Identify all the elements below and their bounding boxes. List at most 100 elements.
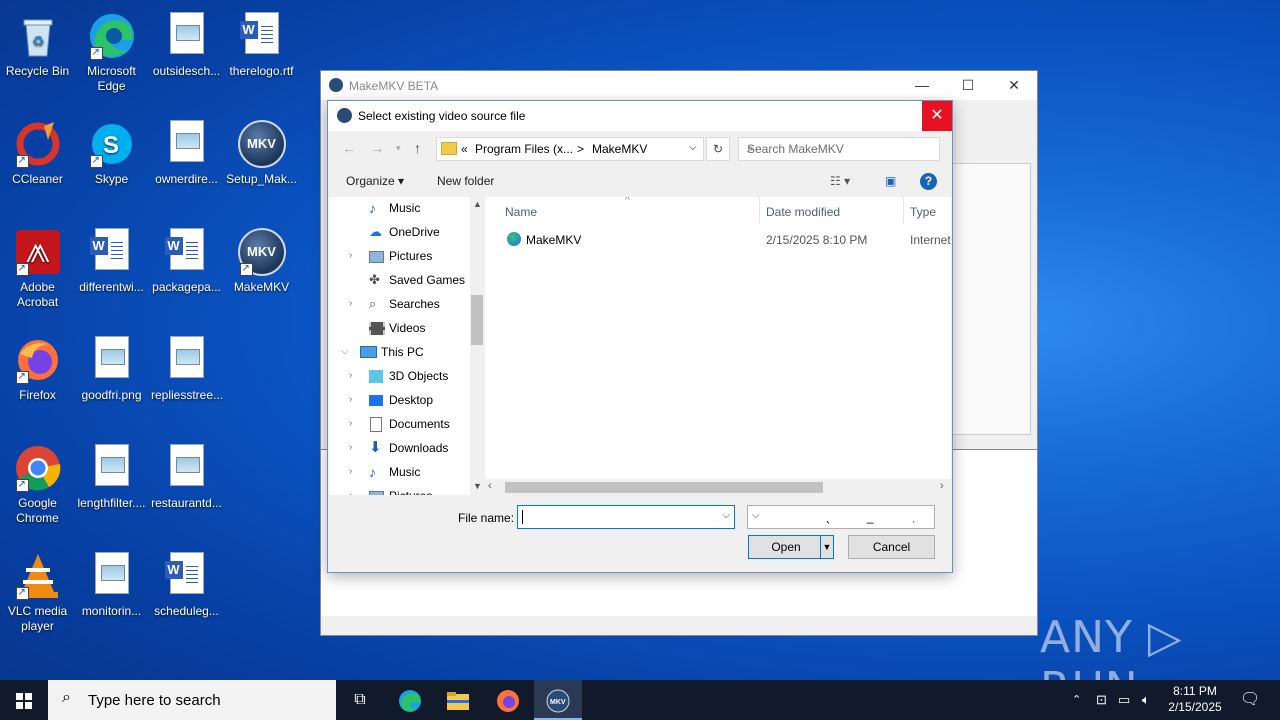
file-row[interactable]: MakeMKV 2/15/2025 8:10 PM Internet — [503, 231, 951, 251]
file-type-filter-select[interactable]: All video files (VIDEO_TS.IFO;DI: ⌵ — [747, 505, 935, 529]
desktop-icon-lengthfilter[interactable]: lengthfilter.... — [74, 438, 149, 511]
preview-pane-icon[interactable]: ▣ — [885, 174, 896, 188]
up-arrow-icon[interactable]: ↑ — [414, 140, 421, 156]
column-header-name[interactable]: Name — [505, 205, 537, 219]
music-icon: ♪ — [369, 200, 376, 216]
expand-chevron-icon[interactable]: › — [349, 245, 352, 267]
nav-item-music[interactable]: ♪ Music — [329, 197, 469, 219]
expand-chevron-icon[interactable]: › — [349, 485, 352, 495]
expand-chevron-icon[interactable]: › — [349, 365, 352, 387]
desktop-icon-firefox[interactable]: Firefox — [0, 330, 75, 403]
new-folder-button[interactable]: New folder — [437, 174, 494, 188]
word-document-icon: W — [163, 552, 211, 600]
computer-icon — [360, 346, 377, 358]
cancel-button[interactable]: Cancel — [848, 535, 935, 559]
address-dropdown-icon[interactable]: ⌵ — [689, 142, 697, 153]
desktop-icon-repliesstree[interactable]: repliesstree... — [149, 330, 224, 403]
scroll-up-arrow-icon[interactable]: ▲ — [473, 199, 482, 209]
breadcrumb-program-files[interactable]: Program Files (x... — [475, 142, 573, 156]
desktop-icon-differentwi[interactable]: W differentwi... — [74, 222, 149, 295]
nav-item-searches[interactable]: › ⌕ Searches — [329, 293, 469, 315]
desktop-icon-restaurantd[interactable]: restaurantd... — [149, 438, 224, 511]
back-arrow-icon[interactable]: ← — [342, 140, 356, 156]
desktop-icon-monitorin[interactable]: monitorin... — [74, 546, 149, 619]
notifications-icon[interactable]: 🗨︎ — [1240, 680, 1260, 720]
nav-item-videos[interactable]: Videos — [329, 317, 469, 339]
desktop-icon-goodfri[interactable]: goodfri.png — [74, 330, 149, 403]
desktop-icon-microsoft-edge[interactable]: Microsoft Edge — [74, 6, 149, 94]
view-options-icon[interactable]: ☷ ▾ — [830, 174, 850, 188]
command-bar: Organize ▾ New folder ☷ ▾ ▣ ? — [328, 165, 952, 197]
scrollbar-thumb[interactable] — [505, 482, 823, 493]
refresh-button[interactable]: ↻ — [706, 137, 730, 161]
cube-icon — [369, 370, 383, 383]
nav-item-saved-games[interactable]: ✤ Saved Games — [329, 269, 469, 291]
address-bar[interactable]: « Program Files (x... > MakeMKV ⌵ — [436, 137, 704, 161]
desktop-icon-packagepa[interactable]: W packagepa... — [149, 222, 224, 295]
nav-item-documents[interactable]: › Documents — [329, 413, 469, 435]
desktop-icon-google-chrome[interactable]: Google Chrome — [0, 438, 75, 526]
desktop-icon-skype[interactable]: S Skype — [74, 114, 149, 187]
taskbar-makemkv-icon[interactable]: MKV — [534, 680, 582, 720]
scrollbar-thumb[interactable] — [471, 295, 483, 345]
expand-chevron-icon[interactable]: › — [349, 437, 352, 459]
column-header-type[interactable]: Type — [910, 205, 936, 219]
taskbar-edge-icon[interactable] — [386, 680, 434, 720]
minimize-button[interactable]: — — [899, 71, 945, 100]
desktop-icon-setup-makemkv[interactable]: MKV Setup_Mak... — [224, 114, 299, 187]
column-header-date-modified[interactable]: Date modified — [766, 205, 840, 219]
dialog-title-bar[interactable]: Select existing video source file ✕ — [328, 101, 952, 131]
desktop-icon-outsidesch[interactable]: outsidesch... — [149, 6, 224, 79]
nav-item-desktop[interactable]: › Desktop — [329, 389, 469, 411]
network-tray-icon[interactable]: ⊡ — [1096, 680, 1107, 720]
scroll-right-arrow-icon[interactable]: › — [940, 480, 944, 492]
desktop-icon-therelogo[interactable]: W therelogo.rtf — [224, 6, 299, 79]
forward-arrow-icon[interactable]: → — [370, 140, 384, 156]
volume-icon[interactable]: 🔈︎ — [1142, 680, 1150, 720]
nav-item-downloads[interactable]: › ⬇ Downloads — [329, 437, 469, 459]
maximize-button[interactable]: ☐ — [945, 71, 991, 100]
scroll-down-arrow-icon[interactable]: ▼ — [473, 481, 482, 491]
expand-chevron-icon[interactable]: › — [349, 461, 352, 483]
recent-locations-chevron-icon[interactable]: ▾ — [396, 143, 401, 154]
show-hidden-icons-chevron-icon[interactable]: ⌃ — [1072, 680, 1081, 720]
desktop-icon-ownerdire[interactable]: ownerdire... — [149, 114, 224, 187]
taskbar-clock[interactable]: 8:11 PM 2/15/2025 — [1160, 683, 1230, 715]
vlc-icon — [14, 552, 62, 600]
desktop-icon-ccleaner[interactable]: CCleaner — [0, 114, 75, 187]
desktop-icon-vlc[interactable]: VLC media player — [0, 546, 75, 634]
scroll-left-arrow-icon[interactable]: ‹ — [488, 480, 492, 492]
breadcrumb-makemkv[interactable]: MakeMKV — [592, 142, 647, 156]
expand-chevron-icon[interactable]: › — [349, 389, 352, 411]
nav-item-this-pc[interactable]: ⌵ This PC — [329, 341, 469, 363]
organize-button[interactable]: Organize ▾ — [346, 174, 404, 188]
expand-chevron-icon[interactable]: › — [349, 413, 352, 435]
navigation-pane-scrollbar[interactable]: ▲ ▼ — [470, 197, 484, 495]
open-button[interactable]: Open ▼ — [748, 535, 834, 559]
desktop-icon-adobe-acrobat[interactable]: ⨇ Adobe Acrobat — [0, 222, 75, 310]
taskbar-file-explorer-icon[interactable] — [434, 680, 482, 720]
taskbar-firefox-icon[interactable] — [484, 680, 532, 720]
collapse-chevron-icon[interactable]: ⌵ — [341, 341, 349, 363]
search-box[interactable]: Search MakeMKV ⌕ — [738, 137, 940, 161]
desktop-icon-scheduleg[interactable]: W scheduleg... — [149, 546, 224, 619]
desktop-icon-recycle-bin[interactable]: ♻ Recycle Bin — [0, 6, 75, 79]
task-view-icon[interactable]: ⧉ — [336, 680, 384, 720]
ethernet-icon[interactable]: ▭ — [1118, 680, 1130, 720]
nav-item-onedrive[interactable]: ☁ OneDrive — [329, 221, 469, 243]
nav-item-pictures[interactable]: › Pictures — [329, 245, 469, 267]
help-icon[interactable]: ? — [920, 173, 937, 190]
expand-chevron-icon[interactable]: › — [349, 293, 352, 315]
dialog-close-button[interactable]: ✕ — [922, 101, 952, 131]
nav-item-pictures-pc[interactable]: › Pictures — [329, 485, 469, 495]
open-options-dropdown-icon[interactable]: ▼ — [820, 536, 833, 558]
nav-item-3d-objects[interactable]: › 3D Objects — [329, 365, 469, 387]
taskbar-search-box[interactable]: ⌕ Type here to search — [48, 680, 336, 720]
start-button[interactable] — [0, 680, 48, 720]
file-list-horizontal-scrollbar[interactable]: ‹ › — [485, 479, 951, 495]
nav-item-music-pc[interactable]: › ♪ Music — [329, 461, 469, 483]
close-button[interactable]: ✕ — [991, 71, 1037, 100]
file-name-input[interactable]: ⌵ — [517, 505, 735, 529]
desktop-icon-makemkv[interactable]: MKV MakeMKV — [224, 222, 299, 295]
file-name-dropdown-icon[interactable]: ⌵ — [722, 510, 730, 521]
